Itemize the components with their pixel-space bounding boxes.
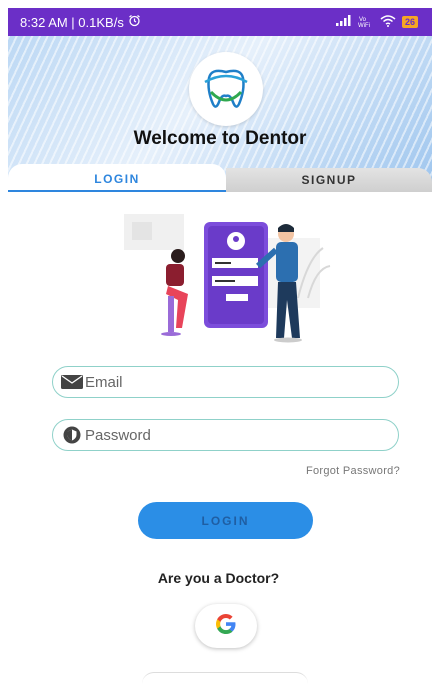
google-icon <box>215 613 237 640</box>
bottom-button-partial[interactable] <box>142 672 308 685</box>
svg-text:WiFi: WiFi <box>358 23 370 27</box>
tab-signup[interactable]: SIGNUP <box>226 168 432 192</box>
auth-tabs: LOGIN SIGNUP <box>8 164 432 192</box>
signal-icon <box>335 15 352 29</box>
tooth-logo-icon <box>189 52 263 126</box>
forgot-password-link[interactable]: Forgot Password? <box>306 465 400 477</box>
welcome-title: Welcome to Dentor <box>133 128 307 149</box>
login-illustration <box>118 208 334 348</box>
login-button[interactable]: LOGIN <box>138 502 313 539</box>
wifi-icon <box>380 14 396 30</box>
vowifi-icon: Vo WiFi <box>358 15 374 30</box>
battery-icon: 26 <box>401 16 418 28</box>
mail-icon <box>61 373 83 391</box>
status-right: Vo WiFi 26 <box>335 14 418 30</box>
password-input[interactable] <box>83 426 365 444</box>
password-field[interactable] <box>52 419 399 451</box>
status-time: 8:32 AM | 0.1KB/s <box>20 14 124 30</box>
email-input[interactable] <box>83 373 365 391</box>
status-bar: 8:32 AM | 0.1KB/s Vo WiFi 26 <box>8 8 432 36</box>
status-left: 8:32 AM | 0.1KB/s <box>20 14 141 30</box>
tab-login[interactable]: LOGIN <box>8 164 226 192</box>
shield-icon <box>61 426 83 444</box>
google-signin-button[interactable] <box>195 604 257 648</box>
email-field[interactable] <box>52 366 399 398</box>
alarm-icon <box>128 14 141 30</box>
doctor-prompt: Are you a Doctor? <box>157 570 280 586</box>
